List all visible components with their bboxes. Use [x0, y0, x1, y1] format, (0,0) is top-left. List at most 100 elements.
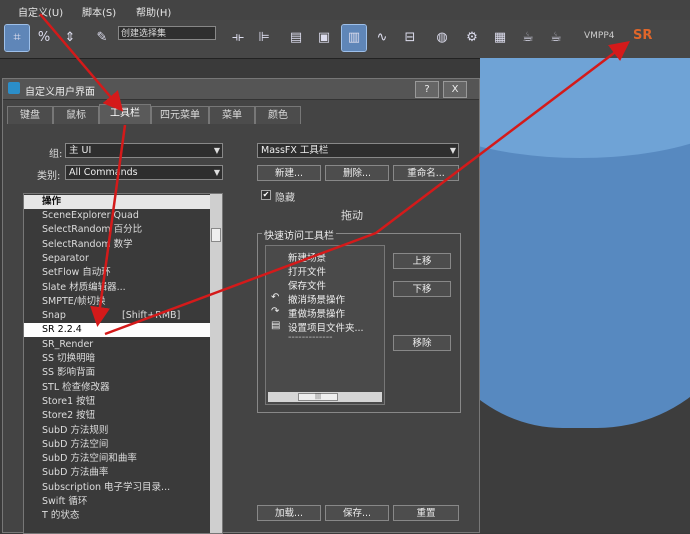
quick-item[interactable]: 保存文件: [288, 278, 326, 292]
action-label: SR 2.2.4: [42, 324, 82, 336]
action-label: SMPTE/帧切换: [42, 295, 106, 307]
action-label: Slate 材质编辑器...: [42, 281, 126, 293]
action-label: SR_Render: [42, 338, 94, 350]
delete-toolbar-button[interactable]: 删除...: [325, 165, 389, 181]
quick-access-list[interactable]: 新建场景 打开文件 保存文件 ↶ 撤消场景操作 ↷ 重做场景操作 ▤ 设置项目文…: [265, 245, 385, 405]
action-list-item[interactable]: SR 2.2.4: [24, 323, 210, 338]
viewport[interactable]: [480, 58, 690, 533]
snap-toggle-icon[interactable]: ⌗: [4, 24, 30, 52]
sr-plugin-button[interactable]: SR: [633, 28, 652, 43]
scene-explorer-icon[interactable]: ▥: [341, 24, 367, 52]
remove-button[interactable]: 移除: [393, 335, 451, 351]
quick-item[interactable]: 重做场景操作: [288, 306, 345, 320]
menu-customize[interactable]: 自定义(U): [18, 4, 63, 19]
rendered-frame-window-icon[interactable]: ▦: [488, 25, 512, 51]
quick-item[interactable]: 打开文件: [288, 264, 326, 278]
quick-item[interactable]: 新建场景: [288, 250, 326, 264]
action-list-item[interactable]: Separator: [24, 252, 210, 266]
category-select[interactable]: All Commands ▼: [65, 165, 223, 180]
hide-checkbox[interactable]: ✔: [261, 190, 271, 200]
action-list-item[interactable]: SR_Render: [24, 338, 210, 352]
toolbar-select[interactable]: MassFX 工具栏 ▼: [257, 143, 459, 158]
chevron-down-icon: ▼: [449, 146, 456, 155]
dialog-titlebar[interactable]: 自定义用户界面 ? X: [3, 79, 479, 100]
tab-keyboard[interactable]: 键盘: [7, 106, 53, 124]
action-label: SceneExplorer Quad: [42, 210, 139, 221]
save-button[interactable]: 保存...: [325, 505, 389, 521]
action-label: Swift 循环: [42, 496, 88, 507]
new-toolbar-button[interactable]: 新建...: [257, 165, 321, 181]
ribbon-icon[interactable]: ▣: [312, 25, 336, 51]
scrollbar-thumb[interactable]: |||: [298, 393, 338, 401]
actions-list[interactable]: 操作 SceneExplorer Quad SelectRandom 百分比 Sel…: [23, 193, 223, 534]
action-label: SS 影响背面: [42, 367, 96, 379]
layer-manager-icon[interactable]: ▤: [284, 25, 308, 51]
tab-toolbars[interactable]: 工具栏: [99, 104, 151, 124]
group-select[interactable]: 主 UI ▼: [65, 143, 223, 158]
action-label: SubD 方法空间和曲率: [42, 453, 137, 465]
drag-label: 拖动: [341, 209, 363, 222]
move-down-button[interactable]: 下移: [393, 281, 451, 297]
action-list-item[interactable]: SMPTE/帧切换: [24, 295, 210, 309]
percent-snap-icon[interactable]: %: [32, 25, 56, 51]
help-button[interactable]: ?: [415, 81, 439, 98]
action-list-item[interactable]: SubD 方法空间和曲率: [24, 452, 210, 466]
action-list-item[interactable]: Subscription 电子学习目录...: [24, 481, 210, 495]
action-list-item[interactable]: SceneExplorer Quad: [24, 209, 210, 223]
vmpp-plugin-button[interactable]: VMPP4: [584, 31, 615, 41]
tab-quad-menus[interactable]: 四元菜单: [151, 106, 209, 124]
material-editor-icon[interactable]: ◍: [430, 25, 454, 51]
chevron-down-icon: ▼: [213, 146, 220, 155]
mirror-icon[interactable]: ⟛: [226, 25, 250, 51]
move-up-button[interactable]: 上移: [393, 253, 451, 269]
action-label: Store2 按钮: [42, 410, 96, 422]
reset-button[interactable]: 重置: [393, 505, 459, 521]
action-list-item[interactable]: Store1 按钮: [24, 395, 210, 409]
curve-editor-icon[interactable]: ∿: [370, 25, 394, 51]
action-hotkey: [Shift+RMB]: [122, 310, 181, 322]
viewport-object-top: [480, 58, 690, 158]
spinner-snap-icon[interactable]: ⇕: [58, 25, 82, 51]
action-list-item[interactable]: T 的状态: [24, 509, 210, 523]
hide-label: 隐藏: [275, 193, 295, 204]
tab-mouse[interactable]: 鼠标: [53, 106, 99, 124]
action-list-item[interactable]: SelectRandom 百分比: [24, 223, 210, 237]
tab-menus[interactable]: 菜单: [209, 106, 255, 124]
action-list-item[interactable]: Snap [Shift+RMB]: [24, 309, 210, 323]
action-list-item[interactable]: SubD 方法空间: [24, 438, 210, 452]
quick-item[interactable]: 撤消场景操作: [288, 292, 345, 306]
action-list-item[interactable]: Store2 按钮: [24, 409, 210, 423]
named-selection-set-combo[interactable]: 创建选择集: [118, 26, 216, 40]
folder-icon: ▤: [271, 320, 281, 331]
rename-toolbar-button[interactable]: 重命名...: [393, 165, 459, 181]
render-teapot-icon[interactable]: ☕: [516, 25, 540, 51]
action-list-item[interactable]: SubD 方法曲率: [24, 466, 210, 480]
align-icon[interactable]: ⊫: [252, 25, 276, 51]
tab-colors[interactable]: 颜色: [255, 106, 301, 124]
action-list-item[interactable]: Slate 材质编辑器...: [24, 281, 210, 295]
schematic-view-icon[interactable]: ⊟: [398, 25, 422, 51]
render-iterative-icon[interactable]: ☕: [544, 25, 568, 51]
actions-list-header[interactable]: 操作: [24, 195, 210, 209]
action-label: SetFlow 自动环: [42, 267, 111, 279]
action-list-item[interactable]: SubD 方法规则: [24, 424, 210, 438]
actions-scrollbar[interactable]: [210, 194, 222, 533]
close-button[interactable]: X: [443, 81, 467, 98]
load-button[interactable]: 加载...: [257, 505, 321, 521]
action-label: SubD 方法曲率: [42, 467, 109, 479]
menu-script[interactable]: 脚本(S): [82, 4, 116, 19]
action-list-item[interactable]: SetFlow 自动环: [24, 266, 210, 280]
action-list-item[interactable]: SS 影响背面: [24, 366, 210, 380]
scrollbar-thumb[interactable]: [211, 228, 221, 242]
quick-item-separator[interactable]: -------------: [288, 332, 333, 343]
action-label: Snap: [42, 310, 66, 322]
render-setup-icon[interactable]: ⚙: [460, 25, 484, 51]
action-list-item[interactable]: Swift 循环: [24, 495, 210, 509]
action-list-item[interactable]: SelectRandom 数学: [24, 238, 210, 252]
quick-list-hscrollbar[interactable]: |||: [268, 392, 382, 402]
action-list-item[interactable]: SS 切换明暗: [24, 352, 210, 366]
action-list-item[interactable]: STL 检查修改器: [24, 381, 210, 395]
edit-named-selection-icon[interactable]: ✎: [90, 25, 114, 51]
action-label: SelectRandom 数学: [42, 238, 133, 250]
menu-help[interactable]: 帮助(H): [136, 4, 171, 19]
